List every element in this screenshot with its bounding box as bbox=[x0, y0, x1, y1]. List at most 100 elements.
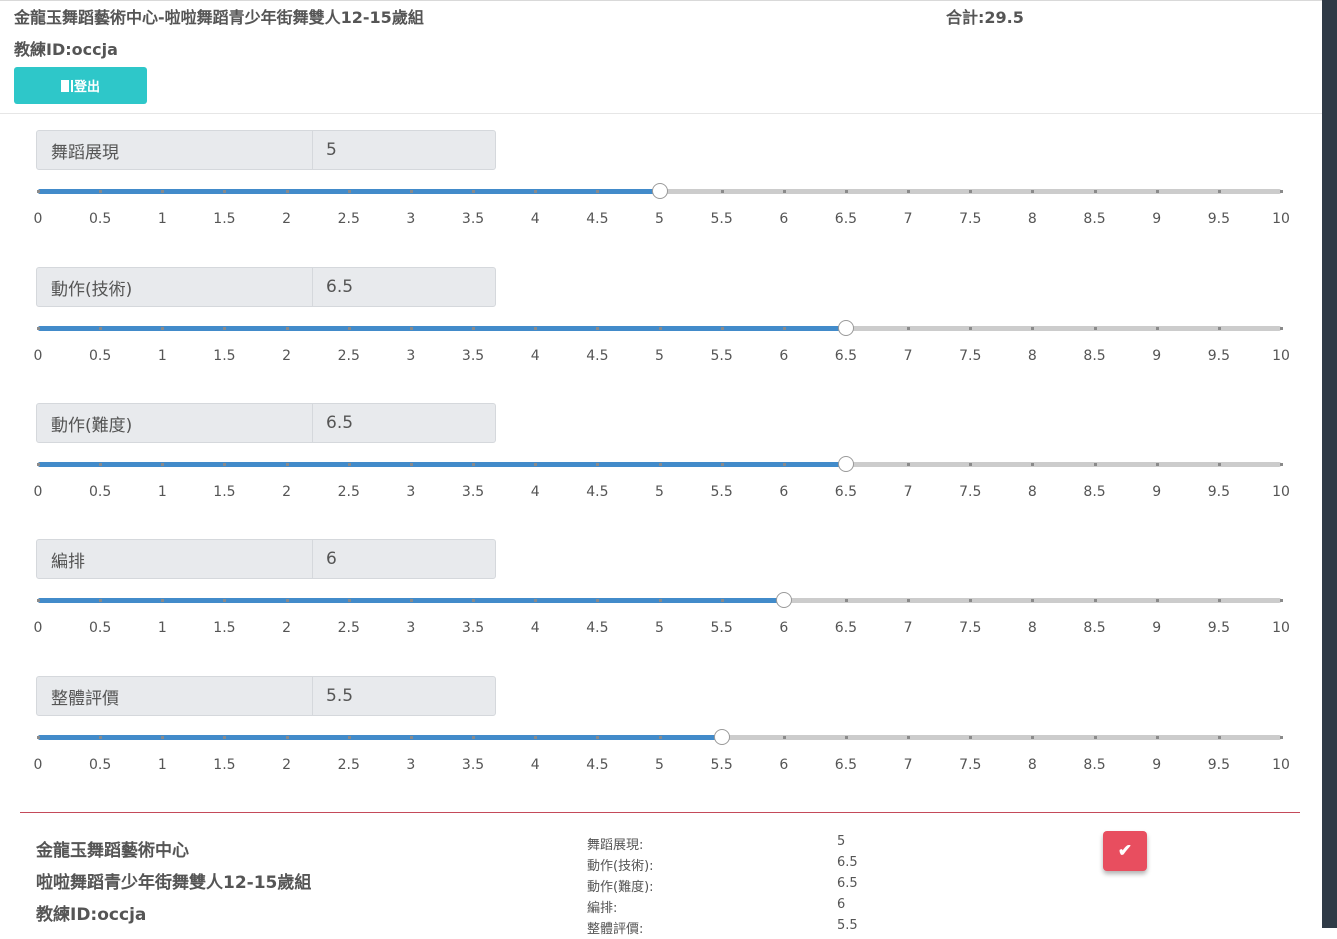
tick-label: 6 bbox=[779, 484, 789, 500]
tick-label: 6.5 bbox=[834, 757, 858, 773]
scrollbar[interactable] bbox=[1322, 0, 1337, 928]
slider-tick bbox=[969, 736, 973, 739]
summary-row-value: 6.5 bbox=[837, 855, 858, 870]
slider-tick bbox=[285, 327, 289, 330]
door-icon bbox=[60, 79, 71, 92]
slider-tick bbox=[596, 736, 600, 739]
slider-tick bbox=[782, 736, 786, 739]
tick-label: 3 bbox=[406, 620, 416, 636]
summary-row: 舞蹈展現: 5 bbox=[587, 834, 887, 855]
summary-row: 動作(技術): 6.5 bbox=[587, 855, 887, 876]
slider-tick bbox=[1280, 736, 1283, 739]
tick-label: 8.5 bbox=[1083, 211, 1106, 227]
slider-fill bbox=[38, 326, 846, 331]
slider-tick bbox=[969, 599, 973, 602]
slider-handle[interactable] bbox=[713, 729, 730, 745]
criterion-3: 動作(難度) 6.5 0 0.5 1 1.5 2 2.5 3 3.5 4 4.5 5 5.5 6 6.5 7 7.… bbox=[0, 403, 1310, 539]
coach-id: 教練ID:occja bbox=[14, 40, 118, 59]
slider-tick bbox=[534, 327, 538, 330]
tick-label: 5.5 bbox=[710, 620, 733, 636]
criterion-value[interactable]: 6.5 bbox=[313, 268, 495, 306]
slider-tick bbox=[99, 327, 103, 330]
tick-label: 2 bbox=[282, 348, 292, 364]
tick-label: 5 bbox=[655, 484, 664, 500]
tick-label: 0.5 bbox=[89, 211, 112, 227]
slider-tick bbox=[37, 463, 40, 466]
tick-label: 5 bbox=[655, 757, 664, 773]
tick-label: 2.5 bbox=[337, 211, 360, 227]
score-field: 編排 6 bbox=[36, 539, 496, 579]
slider-tick bbox=[285, 736, 289, 739]
logout-label: 登出 bbox=[73, 80, 100, 95]
tick-label: 8 bbox=[1027, 620, 1037, 636]
slider-tick bbox=[907, 327, 911, 330]
tick-label: 2.5 bbox=[337, 620, 360, 636]
slider-tick bbox=[782, 463, 786, 466]
slider-tick bbox=[285, 463, 289, 466]
criterion-value[interactable]: 6 bbox=[313, 540, 495, 578]
slider-tick bbox=[1280, 190, 1283, 193]
slider-tick bbox=[534, 599, 538, 602]
summary-divider bbox=[20, 812, 1300, 813]
summary-row-value: 6.5 bbox=[837, 876, 858, 891]
slider-tick bbox=[161, 463, 165, 466]
summary-coach: 教練ID:occja bbox=[36, 905, 147, 925]
slider-tick bbox=[596, 327, 600, 330]
tick-label: 5.5 bbox=[710, 211, 733, 227]
score-slider[interactable] bbox=[37, 455, 1283, 475]
total-score: 合計:29.5 bbox=[946, 8, 1024, 27]
summary-row: 整體評價: 5.5 bbox=[587, 918, 887, 939]
tick-label: 6 bbox=[779, 620, 789, 636]
slider-tick bbox=[472, 463, 476, 466]
slider-handle[interactable] bbox=[651, 183, 668, 199]
criterion-value[interactable]: 6.5 bbox=[313, 404, 495, 442]
slider-tick bbox=[720, 463, 724, 466]
tick-label: 7 bbox=[903, 620, 913, 636]
score-slider[interactable] bbox=[37, 728, 1283, 748]
summary-category: 啦啦舞蹈青少年街舞雙人12-15歲組 bbox=[36, 873, 312, 893]
tick-label: 8.5 bbox=[1083, 484, 1106, 500]
tick-label: 2.5 bbox=[337, 348, 360, 364]
criterion-value[interactable]: 5 bbox=[313, 131, 495, 169]
confirm-button[interactable]: ✔ bbox=[1103, 831, 1147, 871]
tick-label: 2.5 bbox=[337, 757, 360, 773]
summary-row: 動作(難度): 6.5 bbox=[587, 876, 887, 897]
slider-tick bbox=[223, 736, 227, 739]
summary-row-label: 動作(技術): bbox=[587, 859, 654, 874]
tick-label: 9 bbox=[1152, 620, 1162, 636]
slider-tick bbox=[782, 327, 786, 330]
tick-label: 0.5 bbox=[89, 757, 112, 773]
tick-label: 1 bbox=[157, 211, 167, 227]
slider-handle[interactable] bbox=[837, 320, 854, 336]
criterion-value[interactable]: 5.5 bbox=[313, 677, 495, 715]
tick-label: 2 bbox=[282, 620, 292, 636]
tick-label: 1.5 bbox=[213, 757, 236, 773]
slider-tick bbox=[534, 190, 538, 193]
slider-handle[interactable] bbox=[775, 592, 792, 608]
score-slider[interactable] bbox=[37, 319, 1283, 339]
slider-tick bbox=[347, 736, 351, 739]
score-slider[interactable] bbox=[37, 591, 1283, 611]
slider-tick bbox=[1280, 599, 1283, 602]
tick-label: 9.5 bbox=[1207, 620, 1230, 636]
tick-label: 9 bbox=[1152, 757, 1162, 773]
slider-tick bbox=[1031, 736, 1035, 739]
slider-tick bbox=[844, 599, 848, 602]
slider-handle[interactable] bbox=[837, 456, 854, 472]
slider-tick bbox=[907, 190, 911, 193]
tick-label: 9 bbox=[1152, 348, 1162, 364]
tick-label: 7.5 bbox=[959, 348, 982, 364]
tick-label: 1 bbox=[157, 484, 167, 500]
tick-label: 0 bbox=[33, 620, 43, 636]
summary-row-label: 動作(難度): bbox=[587, 880, 654, 895]
tick-label: 6.5 bbox=[834, 211, 858, 227]
tick-label: 1.5 bbox=[213, 348, 236, 364]
tick-label: 6 bbox=[779, 757, 789, 773]
score-slider[interactable] bbox=[37, 182, 1283, 202]
logout-button[interactable]: 登出 bbox=[14, 67, 147, 104]
tick-label: 7 bbox=[903, 484, 913, 500]
tick-label: 2 bbox=[282, 484, 292, 500]
score-field: 舞蹈展現 5 bbox=[36, 130, 496, 170]
tick-label: 6 bbox=[779, 348, 789, 364]
slider-tick bbox=[409, 327, 413, 330]
